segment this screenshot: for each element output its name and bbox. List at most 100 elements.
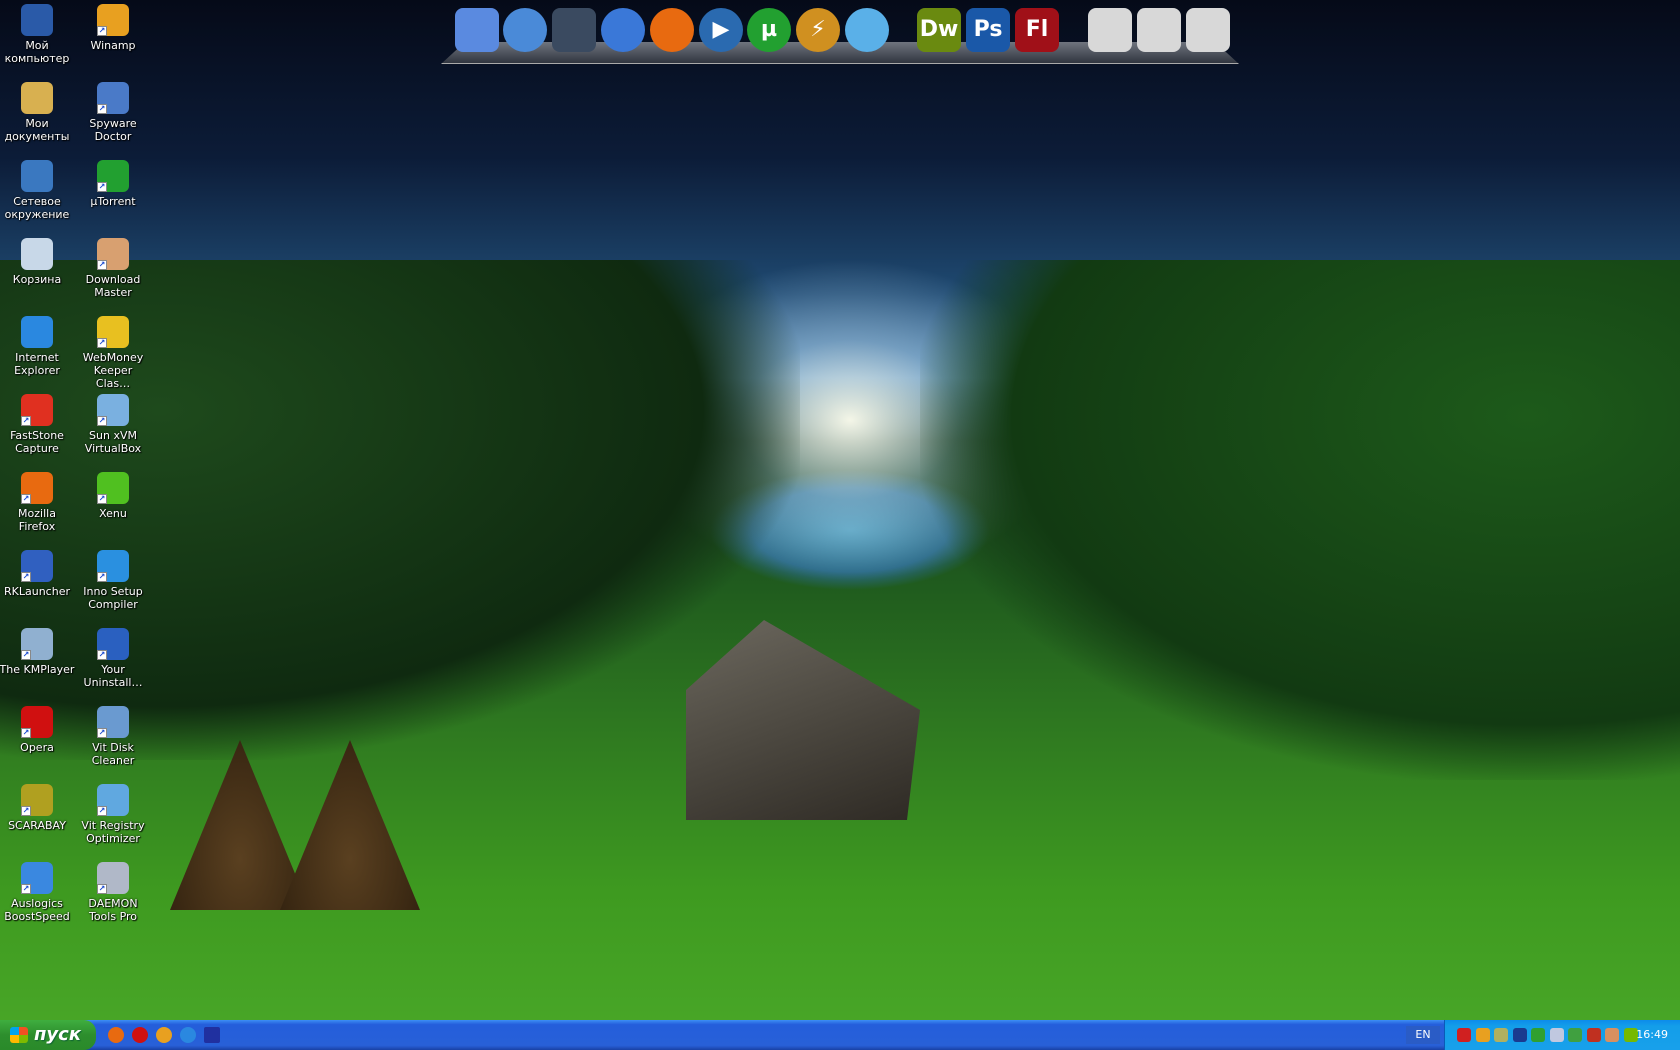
shortcut-arrow-icon: ↗: [97, 572, 107, 582]
taskbar: пуск EN 16:49: [0, 1020, 1680, 1050]
winamp-icon[interactable]: ⚡: [796, 8, 840, 52]
desktop-icon-label: Your Uninstall…: [83, 663, 143, 689]
desktop-icon-label: FastStone Capture: [10, 429, 64, 455]
desktop-icon-label: Spyware Doctor: [89, 117, 137, 143]
desktop-icon-label: Internet Explorer: [14, 351, 60, 377]
windows-logo-icon: [10, 1027, 28, 1043]
desktop-icon-label: Корзина: [12, 273, 62, 286]
rklauncher-icon: ↗: [21, 550, 53, 582]
flash-icon[interactable]: Fl: [1015, 8, 1059, 52]
show-desktop-icon[interactable]: [204, 1027, 220, 1043]
desktop-icon-label: Мои документы: [4, 117, 70, 143]
green-circle-tray-icon[interactable]: [1531, 1028, 1545, 1042]
desktop-icon[interactable]: ↗ Opera: [0, 702, 75, 754]
utorrent-icon: ↗: [97, 160, 129, 192]
drive-eject-icon[interactable]: [1137, 8, 1181, 52]
desktop-icon[interactable]: ↗ Sun xVM VirtualBox: [75, 390, 151, 455]
xenu-icon: ↗: [97, 472, 129, 504]
desktop-icon[interactable]: Internet Explorer: [0, 312, 75, 377]
firefox-icon[interactable]: [650, 8, 694, 52]
inno-setup-icon: ↗: [97, 550, 129, 582]
desktop-icon[interactable]: ↗ Download Master: [75, 234, 151, 299]
internet-explorer-icon: [21, 316, 53, 348]
desktop-icon[interactable]: ↗ FastStone Capture: [0, 390, 75, 455]
desktop-icon[interactable]: ↗ Auslogics BoostSpeed: [0, 858, 75, 923]
utorrent-icon[interactable]: µ: [747, 8, 791, 52]
usb-drive-icon[interactable]: [1088, 8, 1132, 52]
desktop-icon-label: DAEMON Tools Pro: [88, 897, 138, 923]
download-master-tray-icon[interactable]: [1605, 1028, 1619, 1042]
dashboard-icon[interactable]: [552, 8, 596, 52]
desktop-icon-label: Auslogics BoostSpeed: [4, 897, 70, 923]
photoshop-icon[interactable]: Ps: [966, 8, 1010, 52]
desktop-icon[interactable]: Корзина: [0, 234, 75, 286]
dreamweaver-icon[interactable]: Dw: [917, 8, 961, 52]
drive-icon[interactable]: [1186, 8, 1230, 52]
desktop-icon[interactable]: Мои документы: [0, 78, 75, 143]
winamp-icon[interactable]: [156, 1027, 172, 1043]
desktop-icon[interactable]: ↗ Vit Registry Optimizer: [75, 780, 151, 845]
my-documents-icon: [21, 82, 53, 114]
your-uninstaller-icon: ↗: [97, 628, 129, 660]
desktop-icon[interactable]: ↗ Xenu: [75, 468, 151, 520]
desktop-icon[interactable]: ↗ Inno Setup Compiler: [75, 546, 151, 611]
desktop-icon[interactable]: ↗ Your Uninstall…: [75, 624, 151, 689]
safari-compass-icon[interactable]: [503, 8, 547, 52]
firefox-icon[interactable]: [108, 1027, 124, 1043]
faststone-tray-icon[interactable]: [1457, 1028, 1471, 1042]
faststone-icon: ↗: [21, 394, 53, 426]
shortcut-arrow-icon: ↗: [97, 416, 107, 426]
kmplayer-icon: ↗: [21, 628, 53, 660]
desktop-icon[interactable]: ↗ Mozilla Firefox: [0, 468, 75, 533]
desktop-icon-label: Мой компьютер: [4, 39, 70, 65]
wallpaper-hill-right: [920, 260, 1680, 780]
shortcut-arrow-icon: ↗: [21, 806, 31, 816]
shortcut-arrow-icon: ↗: [97, 104, 107, 114]
desktop-icon[interactable]: ↗ RKLauncher: [0, 546, 75, 598]
shortcut-arrow-icon: ↗: [97, 260, 107, 270]
desktop-icon-label: SCARABAY: [8, 819, 66, 832]
safely-remove-tray-icon[interactable]: [1568, 1028, 1582, 1042]
desktop-icon[interactable]: ↗ SCARABAY: [0, 780, 75, 832]
desktop-icon[interactable]: Мой компьютер: [0, 0, 75, 65]
desktop-icon-label: Inno Setup Compiler: [83, 585, 143, 611]
globe-icon[interactable]: [601, 8, 645, 52]
system-tray: 16:49: [1444, 1020, 1680, 1050]
winamp-tray-icon[interactable]: [1475, 1028, 1490, 1042]
desktop-icon[interactable]: ↗ Spyware Doctor: [75, 78, 151, 143]
messenger-icon[interactable]: [845, 8, 889, 52]
media-player-icon[interactable]: ▶: [699, 8, 743, 52]
internet-explorer-icon[interactable]: [180, 1027, 196, 1043]
desktop-icon[interactable]: Сетевое окружение: [0, 156, 75, 221]
webmoney-tray-icon[interactable]: [1494, 1028, 1508, 1042]
auslogics-icon: ↗: [21, 862, 53, 894]
virtualbox-icon: ↗: [97, 394, 129, 426]
finder-icon[interactable]: [455, 8, 499, 52]
network-icon: [21, 160, 53, 192]
desktop-icon-label: Sun xVM VirtualBox: [84, 429, 142, 455]
volume-icon[interactable]: [1586, 1028, 1601, 1042]
shortcut-arrow-icon: ↗: [97, 806, 107, 816]
start-button[interactable]: пуск: [0, 1020, 96, 1050]
daemon-tray-icon[interactable]: [1549, 1028, 1564, 1042]
network-tray-icon[interactable]: [1512, 1028, 1527, 1042]
shortcut-arrow-icon: ↗: [97, 338, 107, 348]
desktop-icon[interactable]: ↗ WebMoney Keeper Clas…: [75, 312, 151, 390]
start-label: пуск: [34, 1024, 82, 1045]
desktop-icon[interactable]: ↗ DAEMON Tools Pro: [75, 858, 151, 923]
scarabay-icon: ↗: [21, 784, 53, 816]
desktop-icon[interactable]: ↗ Vit Disk Cleaner: [75, 702, 151, 767]
shortcut-arrow-icon: ↗: [97, 494, 107, 504]
opera-icon[interactable]: [132, 1027, 148, 1043]
language-indicator[interactable]: EN: [1406, 1026, 1440, 1044]
desktop-icon-label: WebMoney Keeper Clas…: [82, 351, 144, 390]
desktop-icon[interactable]: ↗ µTorrent: [75, 156, 151, 208]
recycle-bin-icon: [21, 238, 53, 270]
desktop-icon-label: Vit Disk Cleaner: [91, 741, 135, 767]
winamp-icon: ↗: [97, 4, 129, 36]
clock[interactable]: 16:49: [1636, 1020, 1668, 1050]
desktop-icon[interactable]: ↗ Winamp: [75, 0, 151, 52]
desktop-icon[interactable]: ↗ The KMPlayer: [0, 624, 75, 676]
shortcut-arrow-icon: ↗: [21, 494, 31, 504]
daemon-tools-icon: ↗: [97, 862, 129, 894]
